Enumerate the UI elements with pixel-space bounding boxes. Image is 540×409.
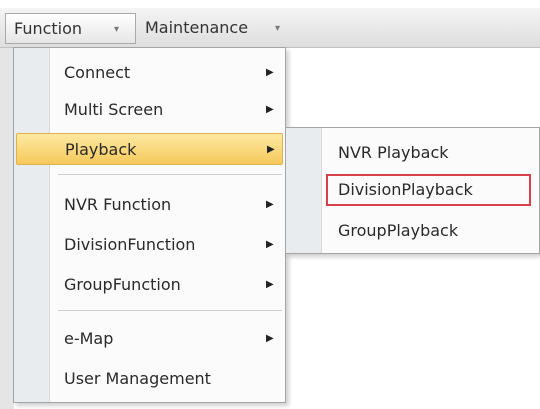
menu-function[interactable]: Function ▾ xyxy=(5,13,136,44)
menu-item-group-function[interactable]: GroupFunction ▶ xyxy=(16,269,283,301)
menu-item-e-map[interactable]: e-Map ▶ xyxy=(16,323,283,355)
menu-item-label: Connect xyxy=(64,63,131,82)
menu-item-user-management[interactable]: User Management xyxy=(16,363,283,395)
menu-maintenance[interactable]: Maintenance ▾ xyxy=(137,13,297,44)
playback-submenu: NVR Playback DivisionPlayback GroupPlayb… xyxy=(285,127,540,254)
submenu-item-division-playback[interactable]: DivisionPlayback xyxy=(326,174,531,206)
submenu-item-label: DivisionPlayback xyxy=(338,180,473,199)
menu-item-playback[interactable]: Playback ▶ xyxy=(16,133,283,165)
menu-item-multi-screen[interactable]: Multi Screen ▶ xyxy=(16,94,283,126)
menu-function-label: Function xyxy=(14,19,83,38)
menu-item-label: DivisionFunction xyxy=(64,235,196,254)
window-left-band xyxy=(0,48,14,409)
submenu-item-label: GroupPlayback xyxy=(338,221,459,240)
chevron-right-icon: ▶ xyxy=(267,144,275,155)
menu-item-label: Playback xyxy=(65,140,137,159)
chevron-right-icon: ▶ xyxy=(266,199,274,210)
icon-gutter xyxy=(286,128,322,253)
chevron-down-icon: ▾ xyxy=(114,24,120,35)
chevron-right-icon: ▶ xyxy=(266,279,274,290)
submenu-item-group-playback[interactable]: GroupPlayback xyxy=(326,215,531,247)
menu-item-division-function[interactable]: DivisionFunction ▶ xyxy=(16,229,283,261)
submenu-item-label: NVR Playback xyxy=(338,143,449,162)
menu-item-label: NVR Function xyxy=(64,195,172,214)
menu-maintenance-label: Maintenance xyxy=(145,18,249,37)
menu-separator xyxy=(58,174,282,175)
menu-bar: Function ▾ Maintenance ▾ xyxy=(0,8,540,48)
chevron-right-icon: ▶ xyxy=(266,239,274,250)
chevron-right-icon: ▶ xyxy=(266,333,274,344)
menu-item-nvr-function[interactable]: NVR Function ▶ xyxy=(16,189,283,221)
chevron-down-icon: ▾ xyxy=(275,23,281,34)
menu-item-label: e-Map xyxy=(64,329,114,348)
menu-item-label: GroupFunction xyxy=(64,275,181,294)
chevron-right-icon: ▶ xyxy=(266,67,274,78)
menu-item-label: User Management xyxy=(64,369,211,388)
submenu-item-nvr-playback[interactable]: NVR Playback xyxy=(326,137,531,169)
top-strip xyxy=(0,0,540,8)
menu-item-label: Multi Screen xyxy=(64,100,164,119)
chevron-right-icon: ▶ xyxy=(266,104,274,115)
menu-item-connect[interactable]: Connect ▶ xyxy=(16,57,283,89)
function-dropdown: Connect ▶ Multi Screen ▶ Playback ▶ NVR … xyxy=(13,47,286,403)
menu-separator xyxy=(58,310,282,311)
